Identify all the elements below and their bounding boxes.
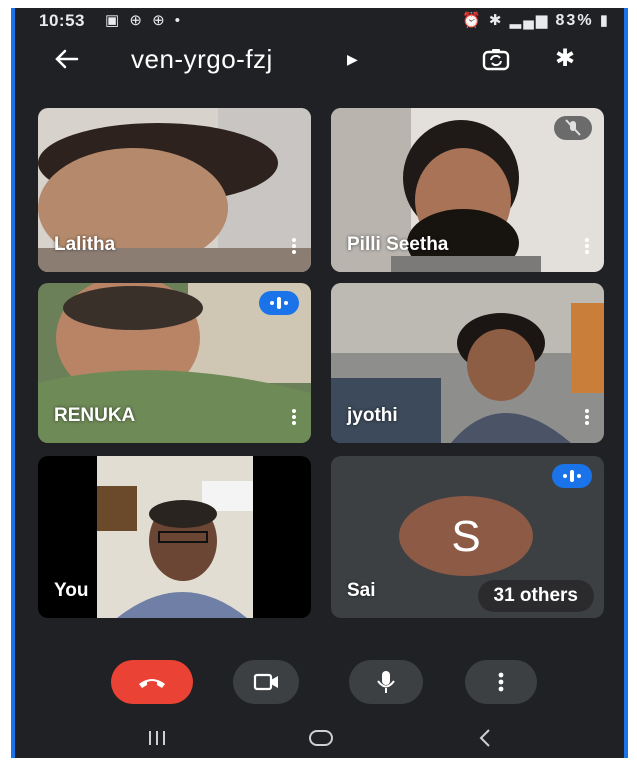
more-vertical-icon[interactable] bbox=[291, 407, 297, 427]
participant-tile-pilli-seetha[interactable]: Pilli Seetha bbox=[331, 108, 604, 272]
muted-mic-icon bbox=[554, 116, 592, 140]
participant-name: jyothi bbox=[347, 405, 398, 426]
status-right: ⏰ ✱ ▂▄▆ 83% ▮ bbox=[462, 11, 610, 30]
notification-icons: ▣ ⊕ ⊕ • bbox=[105, 12, 184, 29]
video-camera-icon bbox=[253, 673, 278, 691]
android-nav-bar bbox=[15, 718, 624, 758]
home-icon[interactable] bbox=[307, 728, 335, 748]
caret-right-icon[interactable]: ▶ bbox=[347, 51, 358, 68]
meeting-code[interactable]: ven-yrgo-fzj bbox=[131, 44, 273, 75]
avatar: S bbox=[399, 496, 533, 576]
others-count-badge[interactable]: 31 others bbox=[477, 580, 594, 612]
more-vertical-icon bbox=[498, 672, 504, 692]
alarm-icon: ⏰ bbox=[462, 12, 483, 29]
participant-tile-renuka[interactable]: RENUKA bbox=[38, 283, 311, 443]
status-bar: 10:53 ▣ ⊕ ⊕ • ⏰ ✱ ▂▄▆ 83% ▮ bbox=[15, 8, 624, 34]
participant-tile-you[interactable]: You bbox=[38, 456, 311, 618]
microphone-toggle-button[interactable] bbox=[349, 660, 423, 704]
participant-name: Pilli Seetha bbox=[347, 234, 449, 255]
phone-hangup-icon bbox=[139, 679, 165, 688]
participant-name: Lalitha bbox=[54, 234, 116, 255]
self-video-feed bbox=[97, 456, 253, 618]
speaking-indicator-icon bbox=[552, 464, 592, 488]
recents-icon[interactable] bbox=[145, 728, 169, 748]
battery-percent: 83% bbox=[555, 12, 594, 29]
bluetooth-icon[interactable]: ✱ bbox=[555, 44, 575, 73]
participant-tile-sai[interactable]: S Sai 31 others bbox=[331, 456, 604, 618]
participant-name: Sai bbox=[347, 580, 376, 601]
camera-toggle-button[interactable] bbox=[233, 660, 299, 704]
meeting-top-bar: ven-yrgo-fzj ▶ ✱ bbox=[15, 38, 624, 86]
more-vertical-icon[interactable] bbox=[291, 236, 297, 256]
participant-name: RENUKA bbox=[54, 405, 136, 426]
phone-screen: 10:53 ▣ ⊕ ⊕ • ⏰ ✱ ▂▄▆ 83% ▮ ven-yrgo-fzj… bbox=[11, 8, 628, 758]
screenshot-frame: 10:53 ▣ ⊕ ⊕ • ⏰ ✱ ▂▄▆ 83% ▮ ven-yrgo-fzj… bbox=[0, 0, 637, 762]
microphone-icon bbox=[377, 671, 395, 693]
signal-icon: ▂▄▆ bbox=[509, 12, 550, 29]
battery-icon: ▮ bbox=[599, 12, 610, 29]
speaking-indicator-icon bbox=[259, 291, 299, 315]
end-call-button[interactable] bbox=[111, 660, 193, 704]
more-vertical-icon[interactable] bbox=[584, 236, 590, 256]
status-time: 10:53 bbox=[39, 11, 85, 30]
more-vertical-icon[interactable] bbox=[584, 407, 590, 427]
participant-tile-jyothi[interactable]: jyothi bbox=[331, 283, 604, 443]
participant-name: You bbox=[54, 580, 89, 601]
arrow-left-icon[interactable] bbox=[51, 44, 81, 74]
switch-camera-icon[interactable] bbox=[481, 46, 511, 74]
back-icon[interactable] bbox=[475, 727, 495, 749]
more-options-button[interactable] bbox=[465, 660, 537, 704]
participant-tile-lalitha[interactable]: Lalitha bbox=[38, 108, 311, 272]
bluetooth-status-icon: ✱ bbox=[488, 12, 504, 29]
